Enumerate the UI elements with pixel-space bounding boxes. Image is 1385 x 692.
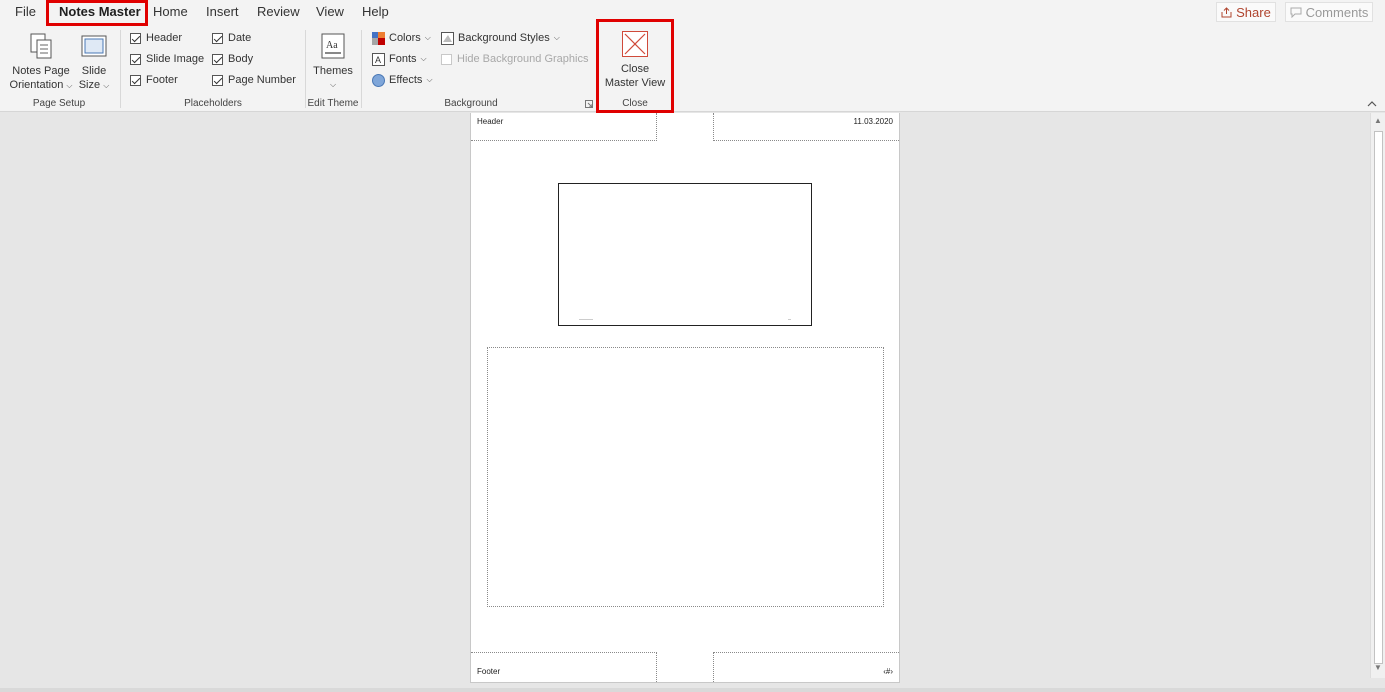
date-checkbox[interactable]: Date [212, 30, 251, 46]
close-master-view-highlight [596, 19, 674, 113]
checkbox-icon [212, 32, 223, 44]
page-setup-group-label: Page Setup [32, 98, 86, 109]
background-styles-button[interactable]: Background Styles ⌵ [441, 30, 560, 46]
checkbox-icon [441, 53, 452, 65]
page-number-checkbox-label: Page Number [228, 74, 296, 86]
placeholders-group-label: Placeholders [184, 98, 242, 109]
notes-page-orientation-icon [30, 33, 52, 59]
share-button[interactable]: Share [1216, 2, 1276, 22]
background-styles-icon [441, 31, 454, 45]
share-icon [1221, 6, 1232, 17]
chevron-down-icon: ⌵ [103, 81, 110, 90]
checkbox-icon [212, 74, 223, 86]
tab-insert[interactable]: Insert [206, 4, 239, 19]
checkbox-icon [130, 53, 141, 65]
scroll-down-icon[interactable]: ▼ [1374, 663, 1382, 672]
body-placeholder[interactable] [487, 347, 884, 607]
share-label: Share [1236, 4, 1271, 20]
slide-image-checkbox[interactable]: Slide Image [130, 51, 204, 67]
date-placeholder[interactable]: 11.03.2020 [713, 113, 899, 141]
body-checkbox[interactable]: Body [212, 51, 253, 67]
fonts-button[interactable]: A Fonts ⌵ [372, 51, 427, 67]
svg-text:A: A [375, 55, 381, 65]
ribbon-separator [120, 30, 121, 108]
themes-button[interactable]: Aa Themes ⌵ [310, 32, 356, 92]
svg-text:Aa: Aa [326, 40, 338, 51]
background-styles-label: Background Styles [458, 32, 550, 44]
notes-page-orientation-button[interactable]: Notes Page Orientation ⌵ [8, 32, 74, 93]
orientation-label-1: Notes Page [12, 65, 70, 77]
status-bar-edge [0, 688, 1385, 692]
footer-text: Footer [477, 667, 501, 676]
footer-placeholder[interactable]: Footer [471, 652, 657, 682]
themes-icon: Aa [321, 33, 345, 59]
chevron-down-icon: ⌵ [329, 80, 337, 89]
ribbon-separator [305, 30, 306, 108]
notes-master-workspace: Header 11.03.2020 Footer ‹#› [0, 113, 1370, 690]
fonts-label: Fonts [389, 53, 417, 65]
checkbox-icon [130, 32, 141, 44]
tab-review[interactable]: Review [257, 4, 300, 19]
comments-button[interactable]: Comments [1285, 2, 1373, 22]
tab-file[interactable]: File [15, 4, 36, 19]
header-checkbox[interactable]: Header [130, 30, 182, 46]
themes-label: Themes [313, 65, 353, 77]
page-number-placeholder[interactable]: ‹#› [713, 652, 899, 682]
notes-master-tab-highlight [46, 0, 148, 26]
colors-button[interactable]: Colors ⌵ [372, 30, 431, 46]
slide-image-placeholder[interactable] [558, 183, 812, 326]
slide-size-button[interactable]: Slide Size ⌵ [76, 32, 112, 93]
tab-view[interactable]: View [316, 4, 344, 19]
colors-icon [372, 31, 385, 45]
slide-number-mark [788, 319, 791, 320]
slide-image-checkbox-label: Slide Image [146, 53, 205, 65]
hide-background-graphics-checkbox[interactable]: Hide Background Graphics [441, 51, 588, 67]
effects-label: Effects [389, 74, 423, 86]
footer-checkbox-label: Footer [146, 74, 178, 86]
dialog-launcher-icon[interactable] [585, 100, 593, 108]
effects-icon [372, 73, 385, 87]
slide-size-label-1: Slide [81, 65, 107, 77]
checkbox-icon [212, 53, 223, 65]
footer-checkbox[interactable]: Footer [130, 72, 178, 88]
scroll-thumb[interactable] [1374, 131, 1383, 664]
notes-page: Header 11.03.2020 Footer ‹#› [470, 113, 900, 683]
orientation-label-2: Orientation [9, 79, 64, 91]
header-checkbox-label: Header [146, 32, 183, 44]
date-text: 11.03.2020 [853, 117, 893, 126]
slide-size-label-2: Size [78, 79, 101, 91]
chevron-down-icon: ⌵ [420, 54, 427, 63]
collapse-ribbon-icon[interactable] [1367, 100, 1377, 108]
page-number-checkbox[interactable]: Page Number [212, 72, 296, 88]
ribbon-tabs: File Notes Master Home Insert Review Vie… [0, 0, 1385, 24]
header-text: Header [477, 117, 504, 126]
chevron-down-icon: ⌵ [553, 33, 560, 42]
ribbon-separator [361, 30, 362, 108]
chevron-down-icon: ⌵ [426, 75, 433, 84]
slide-footer-mark [579, 319, 593, 320]
chevron-down-icon: ⌵ [66, 81, 73, 90]
effects-button[interactable]: Effects ⌵ [372, 72, 433, 88]
checkbox-icon [130, 74, 141, 86]
body-checkbox-label: Body [228, 53, 254, 65]
slide-size-icon [81, 35, 107, 57]
colors-label: Colors [389, 32, 421, 44]
tab-home[interactable]: Home [153, 4, 188, 19]
tab-help[interactable]: Help [362, 4, 389, 19]
header-placeholder[interactable]: Header [471, 113, 657, 141]
page-number-text: ‹#› [883, 667, 893, 676]
ribbon: File Notes Master Home Insert Review Vie… [0, 0, 1385, 113]
vertical-scrollbar[interactable]: ▲ ▼ [1370, 113, 1385, 678]
date-checkbox-label: Date [228, 32, 252, 44]
background-group-label: Background [444, 98, 498, 109]
chevron-down-icon: ⌵ [424, 33, 431, 42]
hide-background-graphics-label: Hide Background Graphics [457, 53, 589, 65]
fonts-icon: A [372, 52, 385, 66]
scroll-up-icon[interactable]: ▲ [1374, 116, 1382, 125]
comment-icon [1290, 7, 1302, 18]
edit-theme-group-label: Edit Theme [307, 98, 359, 109]
comments-label: Comments [1305, 4, 1369, 20]
